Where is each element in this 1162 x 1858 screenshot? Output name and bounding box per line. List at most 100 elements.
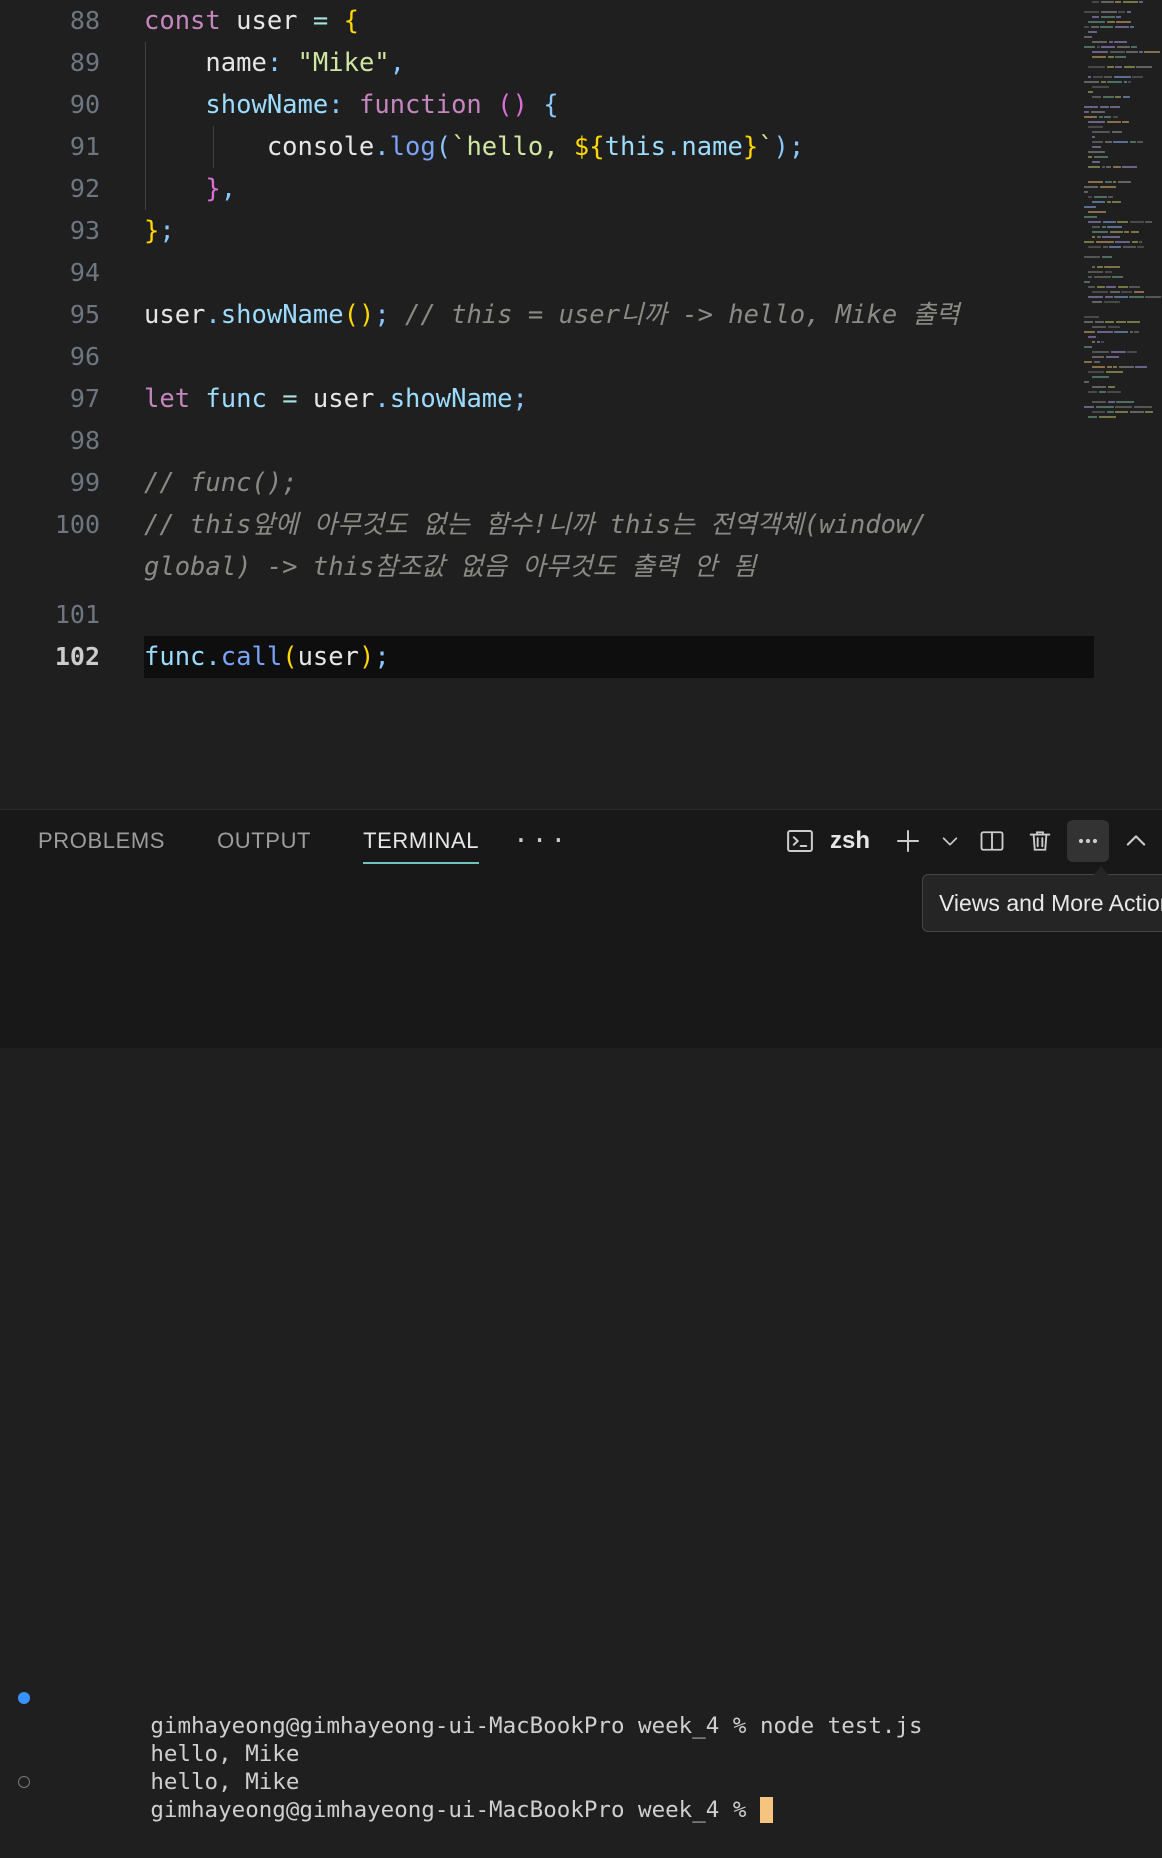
code-line[interactable]: 95 user.showName(); // this = user니까 -> … (0, 294, 1080, 336)
code-line[interactable]: 88 const user = { (0, 0, 1080, 42)
minimap-line (1080, 285, 1162, 289)
split-terminal-icon[interactable] (971, 820, 1013, 862)
new-terminal-icon[interactable] (887, 820, 929, 862)
minimap-token (1114, 26, 1129, 28)
tab-output[interactable]: OUTPUT (217, 810, 311, 872)
tab-terminal[interactable]: TERMINAL (363, 810, 480, 872)
code-line[interactable]: 90 showName: function () { (0, 84, 1080, 126)
code-line[interactable]: 100 // this앞에 아무것도 없는 함수!니까 this는 전역객체(w… (0, 504, 1080, 588)
minimap-token (1139, 1, 1143, 3)
minimap-token (1131, 46, 1137, 48)
minimap-token (1084, 216, 1097, 218)
code-line[interactable]: 94 (0, 252, 1080, 294)
line-number: 95 (69, 300, 100, 329)
minimap-token (1102, 96, 1114, 98)
minimap-line (1080, 265, 1162, 269)
code-editor[interactable]: 88 const user = { 89 name: "Mike", 90 sh… (0, 0, 1162, 809)
minimap-token (1137, 141, 1143, 143)
minimap-token (1096, 46, 1100, 48)
minimap-token (1093, 156, 1108, 158)
code-line[interactable]: 91 console.log(`hello, ${this.name}`); (0, 126, 1080, 168)
minimap-token (1084, 11, 1099, 13)
minimap-token (1115, 406, 1132, 408)
minimap-line (1080, 415, 1162, 419)
code-line[interactable]: 99 // func(); (0, 462, 1080, 504)
minimap-token (1092, 291, 1108, 293)
minimap-line (1080, 385, 1162, 389)
minimap-token (1104, 271, 1112, 273)
minimap-token (1084, 206, 1096, 208)
line-number-active: 102 (54, 642, 100, 671)
minimap-token (1088, 391, 1097, 393)
minimap-token (1145, 411, 1153, 413)
code-line-active[interactable]: 102 func.call(user); (0, 636, 1080, 678)
minimap-token (1088, 151, 1105, 153)
code-line[interactable]: 96 (0, 336, 1080, 378)
minimap-line (1080, 125, 1162, 129)
minimap-line (1080, 10, 1162, 14)
minimap-token (1088, 31, 1097, 33)
minimap-token (1088, 371, 1104, 373)
panel-actions: zsh (776, 810, 1160, 872)
minimap-token (1100, 1, 1114, 3)
tab-problems[interactable]: PROBLEMS (38, 810, 165, 872)
minimap[interactable] (1080, 0, 1162, 420)
terminal-body[interactable]: gimhayeong@gimhayeong-ui-MacBookPro week… (0, 1684, 1162, 1858)
minimap-token (1088, 196, 1092, 198)
line-content: let func = user.showName; (144, 384, 528, 414)
minimap-token (1090, 111, 1105, 113)
minimap-token (1115, 96, 1121, 98)
minimap-token (1115, 411, 1128, 413)
terminal-shell-icon[interactable] (779, 820, 821, 862)
minimap-token (1104, 181, 1112, 183)
minimap-token (1084, 46, 1095, 48)
minimap-token (1084, 406, 1094, 408)
minimap-token (1092, 236, 1095, 238)
minimap-token (1092, 16, 1099, 18)
minimap-token (1084, 316, 1099, 318)
minimap-token (1114, 296, 1128, 298)
minimap-token (1129, 411, 1144, 413)
chevron-down-icon[interactable] (935, 820, 965, 862)
minimap-line (1080, 300, 1162, 304)
minimap-token (1106, 166, 1111, 168)
minimap-line (1080, 370, 1162, 374)
minimap-token (1109, 246, 1121, 248)
views-and-more-actions-icon[interactable] (1067, 820, 1109, 862)
minimap-token (1112, 276, 1123, 278)
code-line[interactable]: 93 }; (0, 210, 1080, 252)
minimap-token (1101, 341, 1104, 343)
minimap-token (1090, 26, 1099, 28)
shell-name-label[interactable]: zsh (830, 827, 870, 855)
minimap-token (1129, 286, 1140, 288)
minimap-token (1088, 221, 1101, 223)
minimap-token (1109, 291, 1120, 293)
minimap-token (1096, 331, 1113, 333)
minimap-token (1088, 336, 1096, 338)
kill-terminal-icon[interactable] (1019, 820, 1061, 862)
code-line[interactable]: 101 (0, 594, 1080, 636)
minimap-line (1080, 5, 1162, 9)
maximize-panel-icon[interactable] (1115, 820, 1157, 862)
minimap-token (1092, 161, 1100, 163)
code-line[interactable]: 92 }, (0, 168, 1080, 210)
minimap-token (1084, 381, 1089, 383)
minimap-line (1080, 230, 1162, 234)
minimap-token (1137, 246, 1144, 248)
minimap-line (1080, 340, 1162, 344)
minimap-token (1105, 371, 1123, 373)
code-line[interactable]: 98 (0, 420, 1080, 462)
minimap-token (1115, 66, 1122, 68)
code-line[interactable]: 97 let func = user.showName; (0, 378, 1080, 420)
minimap-token (1100, 81, 1106, 83)
code-line[interactable]: 89 name: "Mike", (0, 42, 1080, 84)
minimap-token (1106, 201, 1111, 203)
minimap-token (1092, 351, 1109, 353)
editor-code-area[interactable]: 88 const user = { 89 name: "Mike", 90 sh… (0, 0, 1094, 809)
command-pending-decoration-icon (18, 1776, 30, 1788)
minimap-token (1126, 51, 1138, 53)
minimap-token (1102, 236, 1120, 238)
minimap-token (1092, 401, 1106, 403)
more-tabs-icon[interactable]: ··· (513, 810, 569, 872)
minimap-token (1096, 341, 1100, 343)
